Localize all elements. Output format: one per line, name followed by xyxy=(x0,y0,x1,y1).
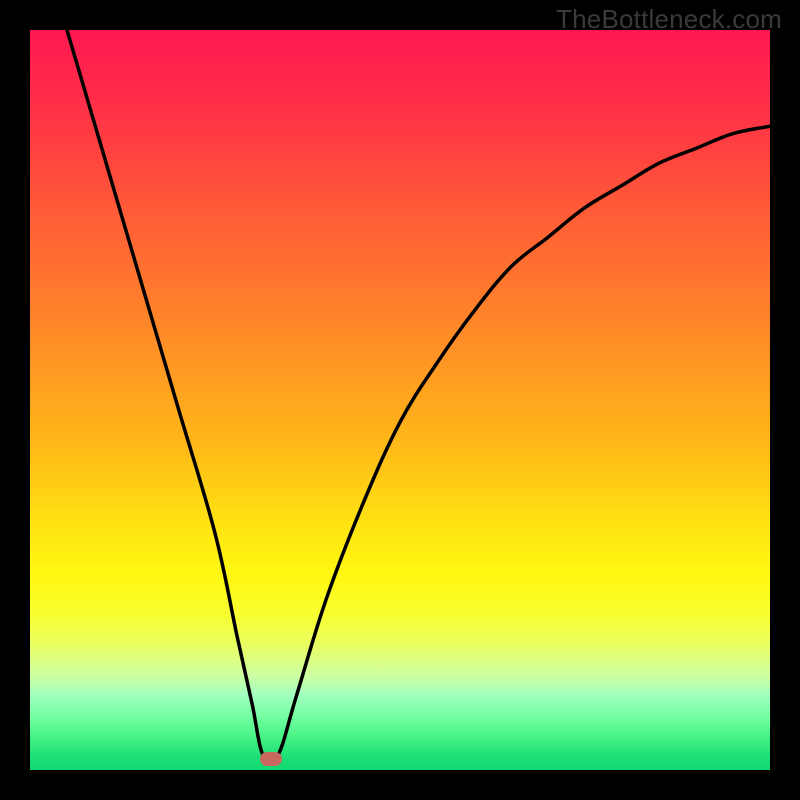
minimum-marker xyxy=(260,752,282,766)
bottleneck-curve xyxy=(67,30,770,763)
chart-frame: TheBottleneck.com xyxy=(0,0,800,800)
plot-area xyxy=(30,30,770,770)
curve-svg xyxy=(30,30,770,770)
